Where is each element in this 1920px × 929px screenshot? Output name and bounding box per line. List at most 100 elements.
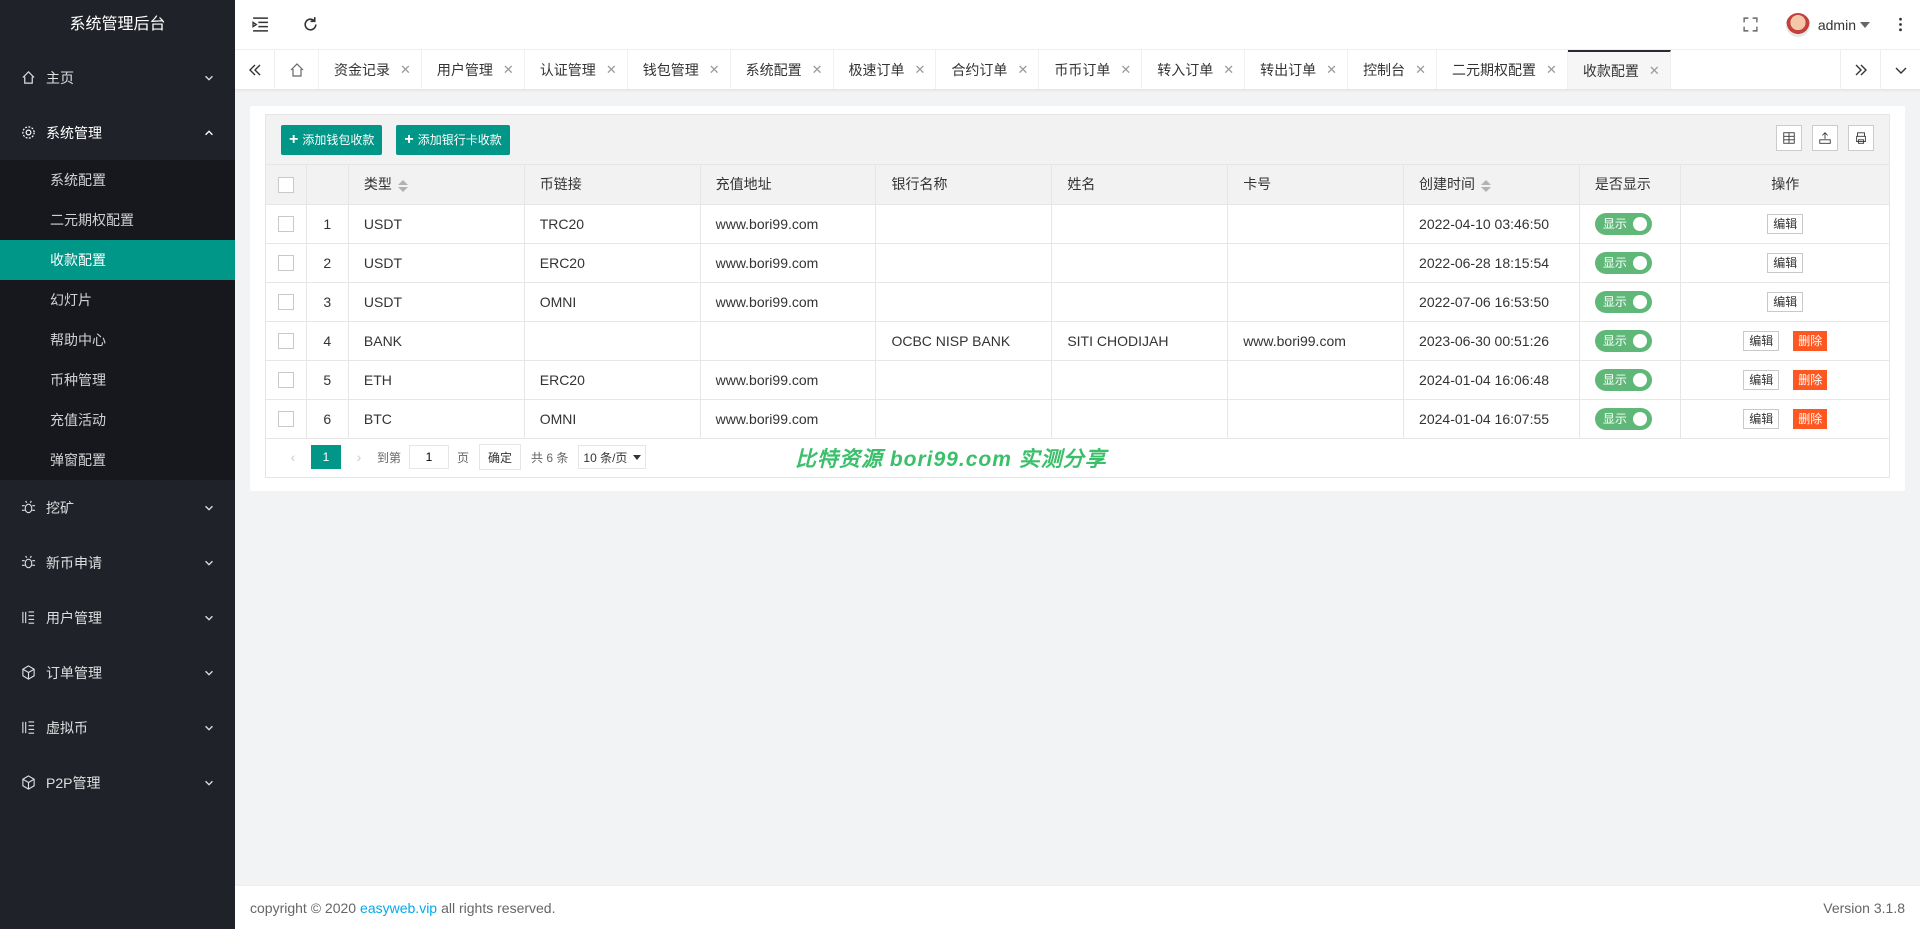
tab[interactable]: 系统配置 ✕ bbox=[731, 50, 834, 89]
sidebar-subitem[interactable]: 系统配置 bbox=[0, 160, 235, 200]
close-icon[interactable]: ✕ bbox=[709, 62, 720, 78]
tab[interactable]: 合约订单 ✕ bbox=[936, 50, 1040, 89]
show-toggle[interactable]: 显示 bbox=[1594, 290, 1652, 313]
prev-page-button[interactable]: ‹ bbox=[281, 445, 305, 469]
show-toggle[interactable]: 显示 bbox=[1594, 251, 1652, 274]
print-button[interactable] bbox=[1848, 125, 1874, 151]
delete-button[interactable]: 删除 bbox=[1793, 369, 1828, 390]
refresh-button[interactable] bbox=[285, 0, 335, 50]
delete-button[interactable]: 删除 bbox=[1793, 408, 1828, 429]
collapse-sidebar-button[interactable] bbox=[235, 0, 285, 50]
sidebar-item[interactable]: 主页 bbox=[0, 50, 235, 105]
table-row: 2 USDT ERC20 www.bori99.com 2022-06-28 18:15… bbox=[266, 243, 1889, 283]
close-icon[interactable]: ✕ bbox=[1649, 63, 1660, 79]
row-checkbox[interactable] bbox=[277, 216, 294, 233]
tab[interactable]: 币币订单 ✕ bbox=[1039, 50, 1143, 89]
edit-button[interactable]: 编辑 bbox=[1743, 330, 1780, 351]
sidebar-item[interactable]: 挖矿 bbox=[0, 480, 235, 535]
columns-filter-button[interactable] bbox=[1776, 125, 1802, 151]
sidebar-subitem[interactable]: 收款配置 bbox=[0, 240, 235, 280]
sidebar-item[interactable]: P2P管理 bbox=[0, 755, 235, 810]
close-icon[interactable]: ✕ bbox=[1223, 62, 1234, 78]
tab[interactable]: 用户管理 ✕ bbox=[422, 50, 525, 89]
show-toggle[interactable]: 显示 bbox=[1594, 407, 1652, 430]
sidebar-subitem[interactable]: 币种管理 bbox=[0, 360, 235, 400]
row-checkbox[interactable] bbox=[277, 294, 294, 311]
delete-button[interactable]: 删除 bbox=[1793, 330, 1828, 351]
close-icon[interactable]: ✕ bbox=[503, 62, 514, 78]
tab-scroll-left-button[interactable] bbox=[235, 50, 275, 90]
goto-page-input[interactable] bbox=[409, 445, 450, 469]
sidebar-item[interactable]: 新币申请 bbox=[0, 535, 235, 590]
row-checkbox[interactable] bbox=[277, 372, 294, 389]
tab[interactable]: 认证管理 ✕ bbox=[525, 50, 628, 89]
cell-show: 显示 bbox=[1579, 282, 1682, 322]
tab[interactable]: 控制台 ✕ bbox=[1348, 50, 1437, 89]
show-toggle[interactable]: 显示 bbox=[1594, 368, 1652, 391]
close-icon[interactable]: ✕ bbox=[1017, 62, 1028, 78]
footer-link[interactable]: easyweb.vip bbox=[360, 900, 437, 916]
col-header-type[interactable]: 类型 bbox=[348, 165, 525, 205]
edit-button[interactable]: 编辑 bbox=[1743, 369, 1780, 390]
close-icon[interactable]: ✕ bbox=[1120, 62, 1131, 78]
sidebar: 系统管理后台 主页 系统管理 系统配置 二元期权配置 收款配置 幻灯片 帮助中心 币种管理 充值… bbox=[0, 0, 235, 929]
user-menu[interactable]: admin bbox=[1776, 12, 1880, 37]
close-icon[interactable]: ✕ bbox=[1546, 62, 1557, 78]
tab-scroll-right-button[interactable] bbox=[1840, 50, 1880, 90]
edit-button[interactable]: 编辑 bbox=[1743, 408, 1780, 429]
sidebar-subitem[interactable]: 充值活动 bbox=[0, 400, 235, 440]
fullscreen-button[interactable] bbox=[1726, 0, 1776, 50]
add-wallet-button[interactable]: + 添加钱包收款 bbox=[281, 124, 383, 155]
cell-actions: 编辑 bbox=[1680, 204, 1889, 244]
edit-button[interactable]: 编辑 bbox=[1767, 252, 1804, 273]
show-toggle[interactable]: 显示 bbox=[1594, 212, 1652, 235]
edit-button[interactable]: 编辑 bbox=[1767, 213, 1804, 234]
cell-chain bbox=[524, 321, 701, 361]
sort-icon[interactable] bbox=[1481, 179, 1492, 192]
close-icon[interactable]: ✕ bbox=[812, 62, 823, 78]
close-icon[interactable]: ✕ bbox=[1415, 62, 1426, 78]
close-icon[interactable]: ✕ bbox=[1326, 62, 1337, 78]
show-toggle[interactable]: 显示 bbox=[1594, 329, 1652, 352]
tab-home[interactable] bbox=[275, 50, 319, 89]
tab[interactable]: 钱包管理 ✕ bbox=[628, 50, 731, 89]
add-bank-button[interactable]: + 添加银行卡收款 bbox=[396, 124, 510, 155]
row-checkbox[interactable] bbox=[277, 333, 294, 350]
tab-label: 认证管理 bbox=[539, 62, 596, 78]
close-icon[interactable]: ✕ bbox=[915, 62, 926, 78]
next-page-button[interactable]: › bbox=[347, 445, 371, 469]
goto-confirm-button[interactable]: 确定 bbox=[479, 444, 522, 470]
cell-bank bbox=[875, 243, 1053, 283]
sidebar-subitem[interactable]: 幻灯片 bbox=[0, 280, 235, 320]
row-checkbox[interactable] bbox=[277, 411, 294, 428]
sidebar-item[interactable]: 订单管理 bbox=[0, 645, 235, 700]
tab-menu-button[interactable] bbox=[1880, 50, 1920, 90]
cell-type: ETH bbox=[348, 360, 525, 400]
chevron-down-icon bbox=[633, 454, 642, 460]
close-icon[interactable]: ✕ bbox=[606, 62, 617, 78]
sidebar-item[interactable]: 系统管理 bbox=[0, 105, 235, 160]
sidebar-item[interactable]: 虚拟币 bbox=[0, 700, 235, 755]
select-all-checkbox[interactable] bbox=[277, 176, 294, 193]
sort-icon[interactable] bbox=[397, 179, 408, 192]
sidebar-subitem[interactable]: 弹窗配置 bbox=[0, 440, 235, 480]
current-page[interactable]: 1 bbox=[311, 445, 341, 469]
row-checkbox[interactable] bbox=[277, 255, 294, 272]
chevron-down-icon bbox=[205, 560, 213, 566]
edit-button[interactable]: 编辑 bbox=[1767, 291, 1804, 312]
cell-card bbox=[1227, 399, 1405, 439]
close-icon[interactable]: ✕ bbox=[400, 62, 411, 78]
tab[interactable]: 转出订单 ✕ bbox=[1245, 50, 1349, 89]
sidebar-subitem[interactable]: 帮助中心 bbox=[0, 320, 235, 360]
tab[interactable]: 资金记录 ✕ bbox=[319, 50, 422, 89]
export-button[interactable] bbox=[1812, 125, 1838, 151]
tab[interactable]: 二元期权配置 ✕ bbox=[1437, 50, 1568, 89]
sidebar-item[interactable]: 用户管理 bbox=[0, 590, 235, 645]
tab[interactable]: 收款配置 ✕ bbox=[1567, 50, 1671, 89]
sidebar-subitem[interactable]: 二元期权配置 bbox=[0, 200, 235, 240]
more-button[interactable] bbox=[1880, 0, 1920, 50]
col-header-created[interactable]: 创建时间 bbox=[1403, 165, 1580, 205]
page-size-select[interactable]: 10 条/页 bbox=[578, 445, 647, 469]
tab[interactable]: 极速订单 ✕ bbox=[834, 50, 937, 89]
tab[interactable]: 转入订单 ✕ bbox=[1142, 50, 1246, 89]
